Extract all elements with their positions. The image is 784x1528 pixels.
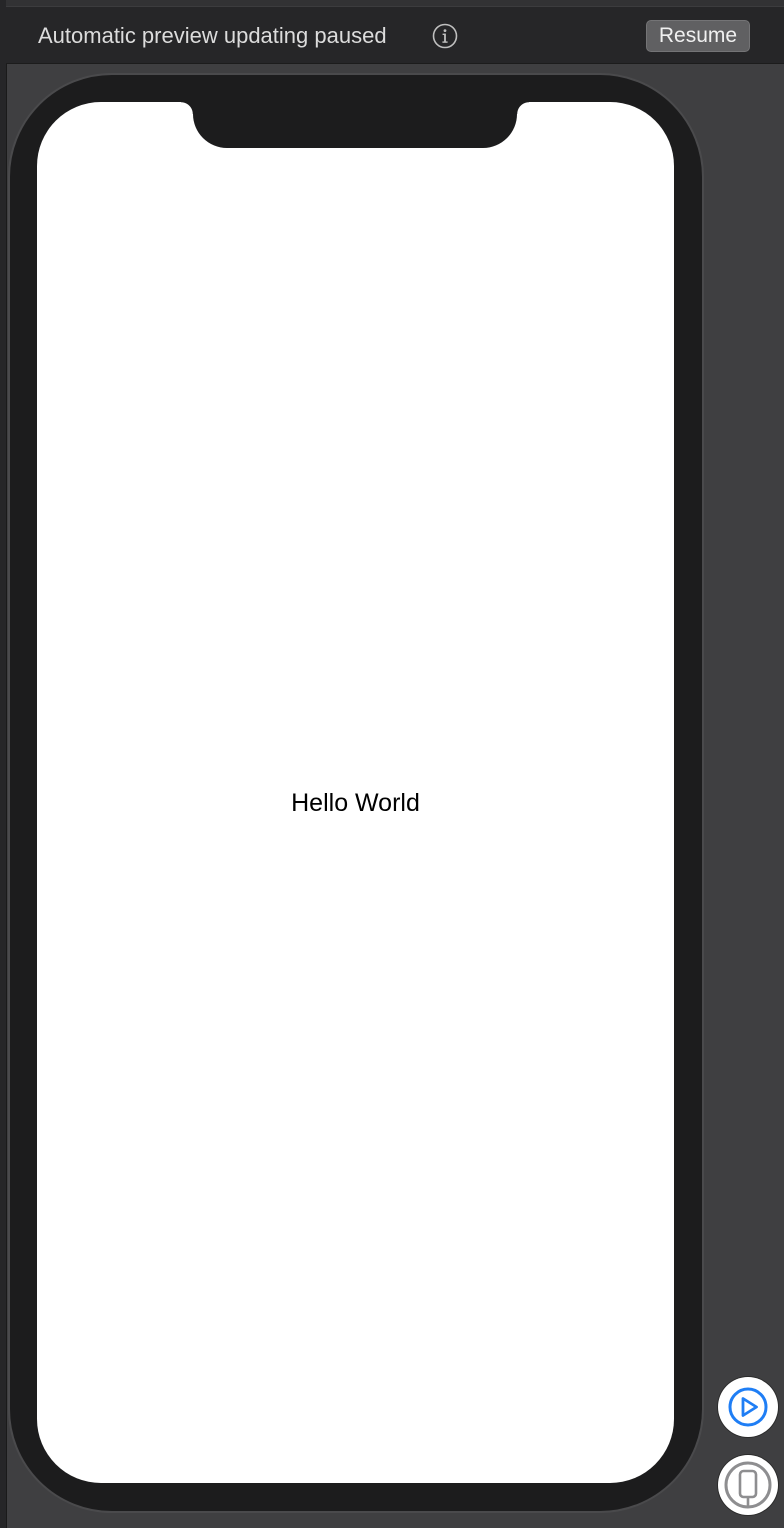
live-preview-button[interactable]	[718, 1377, 778, 1437]
device-screen: Hello World	[37, 102, 674, 1483]
device-notch	[181, 102, 529, 148]
preview-status-text: Automatic preview updating paused	[38, 23, 387, 48]
device-settings-button[interactable]	[718, 1455, 778, 1515]
play-circle-icon	[728, 1387, 768, 1427]
hello-world-label: Hello World	[291, 789, 420, 817]
iphone-icon	[724, 1461, 772, 1509]
resume-button[interactable]: Resume	[646, 20, 750, 52]
left-edge-divider	[0, 0, 7, 1528]
info-icon[interactable]	[432, 23, 458, 49]
preview-status-bar: Automatic preview updating paused Resume	[6, 0, 784, 64]
